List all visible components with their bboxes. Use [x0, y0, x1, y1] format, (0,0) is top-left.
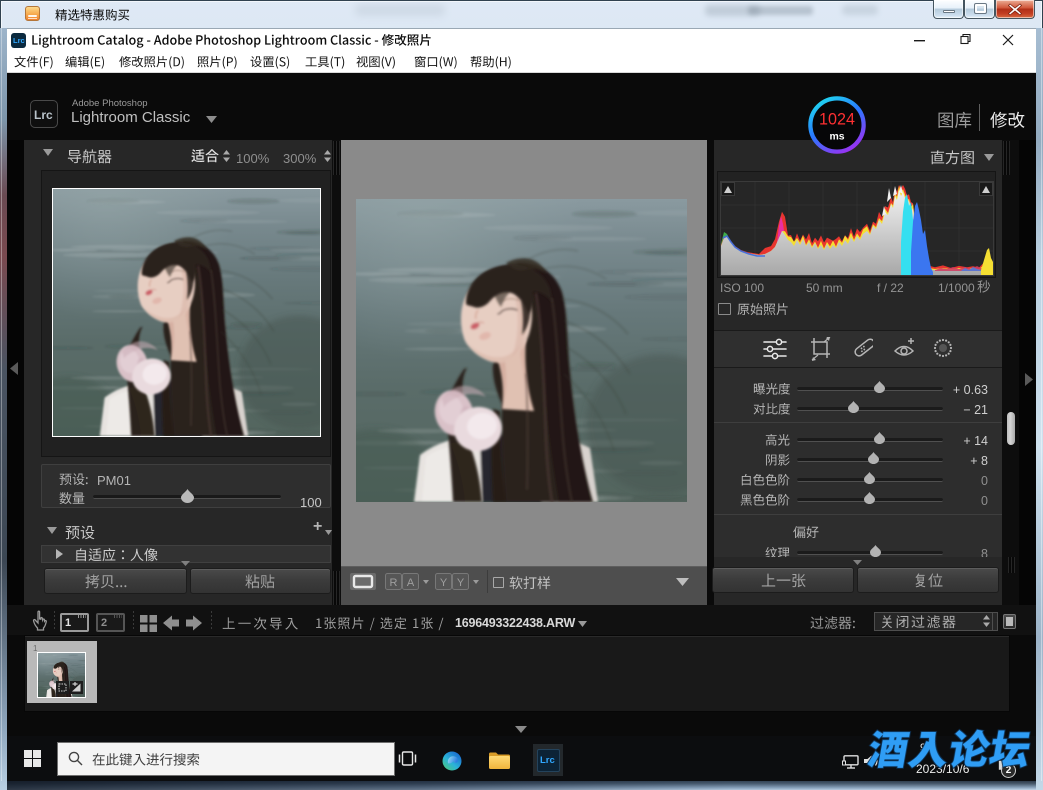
- svg-text:Y: Y: [457, 577, 465, 589]
- svg-text:ms: ms: [829, 132, 844, 143]
- svg-text:A: A: [407, 577, 415, 589]
- svg-text:Y: Y: [440, 577, 448, 589]
- svg-text:R: R: [390, 577, 398, 589]
- svg-text:1024: 1024: [819, 111, 855, 129]
